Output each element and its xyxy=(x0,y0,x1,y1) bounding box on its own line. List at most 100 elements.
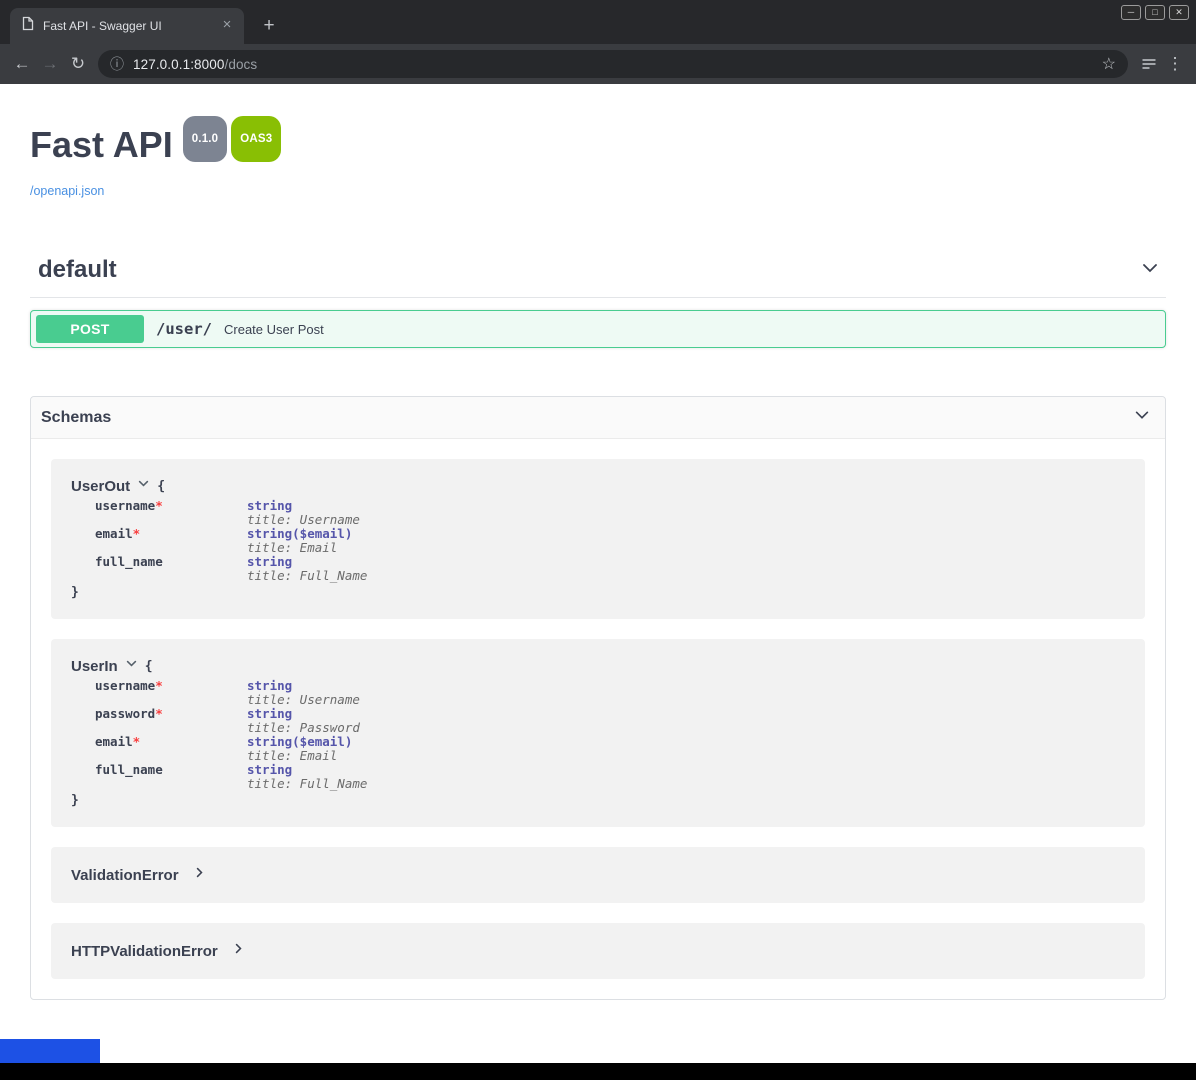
opblock-post-user[interactable]: POST /user/ Create User Post xyxy=(30,310,1166,348)
back-button[interactable]: ← xyxy=(8,50,36,78)
property-title: title: Username xyxy=(247,693,360,707)
close-brace: } xyxy=(71,793,1125,809)
open-brace: { xyxy=(157,479,165,494)
property-type: string xyxy=(247,734,292,749)
site-info-icon[interactable]: ⓘ xyxy=(110,54,124,74)
model-userout-toggle[interactable]: UserOut { xyxy=(71,477,1125,495)
tag-section-default: default POST /user/ Create User Post xyxy=(30,256,1166,348)
open-brace: { xyxy=(145,659,153,674)
minimize-icon: ─ xyxy=(1128,7,1134,17)
model-title: ValidationError xyxy=(71,867,179,884)
required-star: * xyxy=(155,706,163,721)
close-icon: ✕ xyxy=(1175,7,1183,17)
property-type: string xyxy=(247,554,292,569)
chevron-down-icon[interactable] xyxy=(1140,258,1160,283)
tag-header-default[interactable]: default xyxy=(30,256,1166,298)
oas-badge: OAS3 xyxy=(231,116,281,162)
property-title: title: Email xyxy=(247,541,352,555)
model-title: UserOut xyxy=(71,478,130,495)
status-bubble xyxy=(0,1039,100,1063)
toolbar-list-icon[interactable] xyxy=(1136,51,1162,77)
schemas-body: UserOut { username* string title: Userna… xyxy=(31,439,1165,999)
window-controls: ─ □ ✕ xyxy=(1121,5,1189,20)
property-title: title: Full_Name xyxy=(247,777,367,791)
kebab-menu-icon: ⋮ xyxy=(1167,54,1184,74)
model-title: UserIn xyxy=(71,658,118,675)
chevron-right-icon xyxy=(232,942,245,960)
close-brace: } xyxy=(71,585,1125,601)
property-type: string xyxy=(247,762,292,777)
swagger-page: Fast API0.1.0OAS3 /openapi.json default … xyxy=(0,84,1196,1063)
model-userout: UserOut { username* string title: Userna… xyxy=(51,459,1145,619)
property-title: title: Password xyxy=(247,721,360,735)
model-validationerror[interactable]: ValidationError xyxy=(51,847,1145,903)
api-info-section: Fast API0.1.0OAS3 /openapi.json xyxy=(30,84,1166,200)
browser-window: { "colors": { "post_green": "#49cc90", "… xyxy=(0,0,1196,1080)
close-button[interactable]: ✕ xyxy=(1169,5,1189,20)
url-path: /docs xyxy=(224,57,257,72)
property-row: username* string title: Username xyxy=(95,679,1125,707)
property-row: password* string title: Password xyxy=(95,707,1125,735)
browser-toolbar: ← → ↻ ⓘ 127.0.0.1:8000/docs ☆ ⋮ xyxy=(0,44,1196,84)
schemas-header[interactable]: Schemas xyxy=(31,397,1165,439)
chevron-down-icon xyxy=(125,657,138,675)
titlebar: Fast API - Swagger UI × + ─ □ ✕ xyxy=(0,0,1196,44)
minimize-button[interactable]: ─ xyxy=(1121,5,1141,20)
maximize-button[interactable]: □ xyxy=(1145,5,1165,20)
forward-button[interactable]: → xyxy=(36,50,64,78)
property-name: password xyxy=(95,706,155,721)
required-star: * xyxy=(155,498,163,513)
property-name: full_name xyxy=(95,554,163,569)
model-userin: UserIn { username* string title: Usernam… xyxy=(51,639,1145,827)
operation-summary: Create User Post xyxy=(224,322,324,337)
chevron-right-icon xyxy=(193,866,206,884)
property-format: ($email) xyxy=(292,526,352,541)
property-row: email* string($email) title: Email xyxy=(95,735,1125,763)
property-type: string xyxy=(247,678,292,693)
schemas-title: Schemas xyxy=(41,409,111,427)
browser-tab[interactable]: Fast API - Swagger UI × xyxy=(10,8,244,44)
property-format: ($email) xyxy=(292,734,352,749)
maximize-icon: □ xyxy=(1152,7,1157,17)
tab-close-button[interactable]: × xyxy=(218,17,236,35)
required-star: * xyxy=(133,526,141,541)
back-icon: ← xyxy=(14,54,31,74)
bookmark-star-icon[interactable]: ☆ xyxy=(1102,54,1116,74)
required-star: * xyxy=(133,734,141,749)
property-title: title: Username xyxy=(247,513,360,527)
property-name: username xyxy=(95,498,155,513)
operation-path: /user/ xyxy=(156,320,212,338)
new-tab-button[interactable]: + xyxy=(256,13,282,39)
property-type: string xyxy=(247,706,292,721)
property-type: string xyxy=(247,526,292,541)
model-properties: username* string title: Username passwor… xyxy=(95,679,1125,791)
openapi-spec-link[interactable]: /openapi.json xyxy=(30,184,104,198)
property-title: title: Email xyxy=(247,749,352,763)
reload-button[interactable]: ↻ xyxy=(64,50,92,78)
tag-title: default xyxy=(38,256,117,284)
property-name: email xyxy=(95,734,133,749)
method-badge: POST xyxy=(36,315,144,343)
forward-icon: → xyxy=(42,54,59,74)
required-star: * xyxy=(155,678,163,693)
property-title: title: Full_Name xyxy=(247,569,367,583)
model-properties: username* string title: Username email* … xyxy=(95,499,1125,583)
browser-menu-button[interactable]: ⋮ xyxy=(1162,51,1188,77)
property-row: email* string($email) title: Email xyxy=(95,527,1125,555)
property-row: username* string title: Username xyxy=(95,499,1125,527)
property-name: username xyxy=(95,678,155,693)
schemas-section: Schemas UserOut { username* xyxy=(30,396,1166,1000)
model-userin-toggle[interactable]: UserIn { xyxy=(71,657,1125,675)
url-text: 127.0.0.1:8000/docs xyxy=(133,57,1102,72)
property-name: full_name xyxy=(95,762,163,777)
model-httpvalidationerror[interactable]: HTTPValidationError xyxy=(51,923,1145,979)
version-badge: 0.1.0 xyxy=(183,116,228,162)
api-title: Fast API0.1.0OAS3 xyxy=(30,124,1166,177)
chevron-down-icon xyxy=(137,477,150,495)
address-bar[interactable]: ⓘ 127.0.0.1:8000/docs ☆ xyxy=(98,50,1128,78)
page-icon xyxy=(22,16,34,36)
chevron-down-icon[interactable] xyxy=(1133,406,1151,429)
model-title: HTTPValidationError xyxy=(71,943,218,960)
tab-title: Fast API - Swagger UI xyxy=(43,19,218,33)
property-name: email xyxy=(95,526,133,541)
